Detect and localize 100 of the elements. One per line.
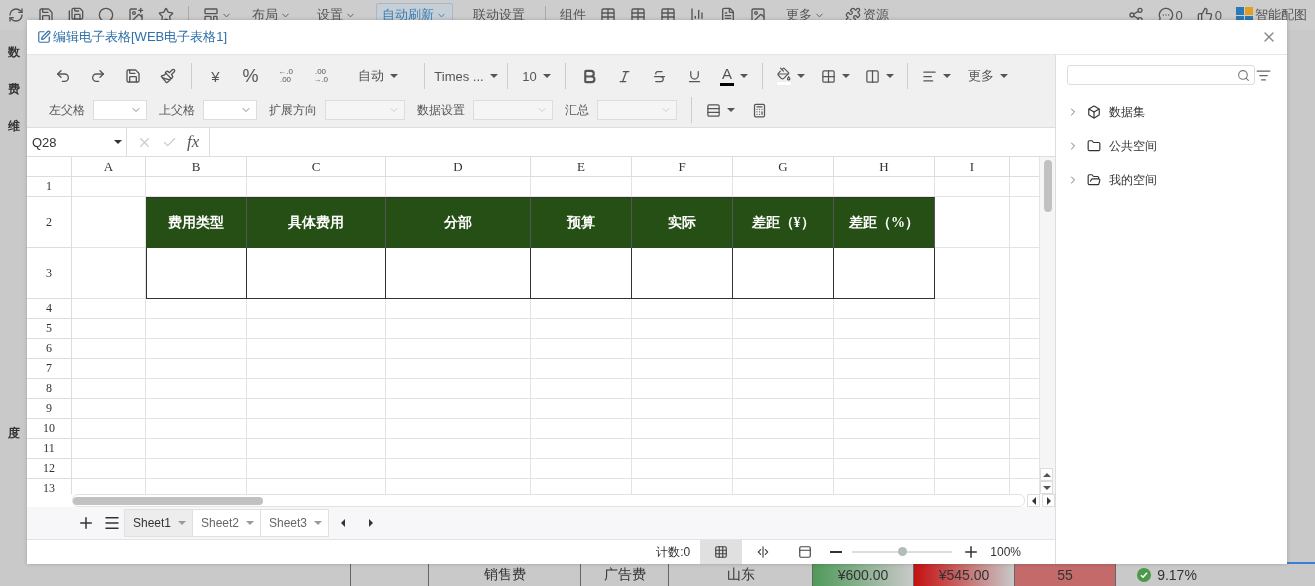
grid-cell[interactable]	[386, 419, 531, 439]
search-field[interactable]	[1067, 65, 1255, 85]
grid-cell[interactable]	[733, 379, 834, 399]
grid-cell[interactable]	[247, 359, 386, 379]
grid-cell[interactable]	[733, 359, 834, 379]
sheet-tab[interactable]: Sheet3	[260, 509, 329, 537]
grid-cell[interactable]	[386, 339, 531, 359]
comment-button[interactable]: 0	[1157, 7, 1183, 23]
grid-cell[interactable]	[834, 379, 935, 399]
grid-cell[interactable]	[632, 459, 733, 479]
menu-button[interactable]: 设置	[311, 3, 362, 27]
grid-cell[interactable]	[531, 399, 632, 419]
grid-cell[interactable]	[834, 399, 935, 419]
more-button[interactable]: 更多	[958, 62, 1018, 90]
grid-cell[interactable]	[632, 399, 733, 419]
table-cell[interactable]	[247, 248, 386, 299]
scroll-right-button[interactable]	[1042, 494, 1055, 507]
grid-cell[interactable]	[146, 299, 247, 319]
grid-cell[interactable]	[531, 419, 632, 439]
grid-cell[interactable]	[632, 359, 733, 379]
grid-cell[interactable]	[146, 399, 247, 419]
grid-cell[interactable]	[146, 419, 247, 439]
grid-cell[interactable]	[72, 299, 146, 319]
grid-cell[interactable]	[935, 299, 1010, 319]
grid-cell[interactable]	[146, 439, 247, 459]
table-cell[interactable]	[632, 248, 733, 299]
grid-cell[interactable]	[935, 319, 1010, 339]
grid-cell[interactable]	[146, 359, 247, 379]
grid-cell[interactable]	[531, 439, 632, 459]
save-all-button[interactable]	[68, 7, 84, 23]
grid-cell[interactable]	[386, 319, 531, 339]
grid-cell[interactable]	[733, 339, 834, 359]
grid-cell[interactable]	[247, 419, 386, 439]
grid-cell[interactable]	[72, 359, 146, 379]
grid-cell[interactable]	[632, 379, 733, 399]
grid-cell[interactable]	[247, 459, 386, 479]
scroll-left-button[interactable]	[1027, 494, 1040, 507]
grid-cell[interactable]	[935, 419, 1010, 439]
cell-reference-field[interactable]: Q28	[27, 128, 127, 156]
select-field[interactable]	[203, 100, 257, 120]
grid-cell[interactable]	[935, 359, 1010, 379]
grid-cell[interactable]	[531, 459, 632, 479]
grid-cell[interactable]	[386, 359, 531, 379]
document-button[interactable]	[720, 7, 736, 23]
grid-cell[interactable]	[72, 459, 146, 479]
grid-cell[interactable]	[935, 339, 1010, 359]
scrollbar-thumb[interactable]	[73, 496, 263, 505]
grid-cell[interactable]	[247, 399, 386, 419]
grid-cell[interactable]	[733, 439, 834, 459]
grid-cell[interactable]	[72, 399, 146, 419]
save-button[interactable]	[38, 7, 54, 23]
grid-cell[interactable]	[72, 339, 146, 359]
grid-cell[interactable]	[733, 319, 834, 339]
grid-cell[interactable]	[733, 399, 834, 419]
table-button[interactable]	[630, 7, 646, 23]
grid-cell[interactable]	[935, 459, 1010, 479]
font-size-dropdown[interactable]: 10	[514, 62, 559, 90]
grid-cell[interactable]	[632, 299, 733, 319]
grid-cell[interactable]	[733, 419, 834, 439]
grid-cell[interactable]	[935, 379, 1010, 399]
grid-cell[interactable]	[386, 399, 531, 419]
grid-cell[interactable]	[834, 419, 935, 439]
table-cell[interactable]	[386, 248, 531, 299]
font-family-dropdown[interactable]: Times ...	[431, 62, 501, 90]
grid-cell[interactable]	[834, 339, 935, 359]
grid-cell[interactable]	[72, 439, 146, 459]
grid-cell[interactable]	[386, 299, 531, 319]
grid-cell[interactable]	[935, 399, 1010, 419]
grid-cell[interactable]	[935, 197, 1010, 248]
tree-item[interactable]: 公共空间	[1067, 129, 1287, 163]
grid-cell[interactable]	[834, 459, 935, 479]
table-button[interactable]	[600, 7, 616, 23]
sheet-tab[interactable]: Sheet2	[192, 509, 261, 537]
grid-cell[interactable]	[834, 439, 935, 459]
layout-button[interactable]	[203, 7, 232, 23]
grid-cell[interactable]	[72, 379, 146, 399]
table-cell[interactable]	[531, 248, 632, 299]
select-field[interactable]	[93, 100, 147, 120]
grid-cell[interactable]	[632, 319, 733, 339]
grid-cell[interactable]	[146, 339, 247, 359]
grid-cell[interactable]	[531, 359, 632, 379]
grid-cell[interactable]	[935, 248, 1010, 299]
grid-cell[interactable]	[632, 439, 733, 459]
percent-button[interactable]: %	[233, 62, 268, 90]
resources-button[interactable]: 资源	[845, 6, 889, 24]
grid-cell[interactable]	[146, 319, 247, 339]
grid-cell[interactable]	[72, 177, 146, 197]
grid-cell[interactable]	[935, 177, 1010, 197]
scroll-down-button[interactable]	[1040, 481, 1053, 494]
tree-item[interactable]: 数据集	[1067, 95, 1287, 129]
grid-cell[interactable]	[632, 339, 733, 359]
grid-cell[interactable]	[386, 439, 531, 459]
tree-item[interactable]: 我的空间	[1067, 163, 1287, 197]
grid-cell[interactable]	[733, 299, 834, 319]
grid-cell[interactable]	[386, 459, 531, 479]
grid-cell[interactable]	[247, 339, 386, 359]
grid-cell[interactable]	[935, 439, 1010, 459]
table-cell[interactable]	[146, 248, 247, 299]
grid-cell[interactable]	[733, 459, 834, 479]
grid-cell[interactable]	[531, 339, 632, 359]
